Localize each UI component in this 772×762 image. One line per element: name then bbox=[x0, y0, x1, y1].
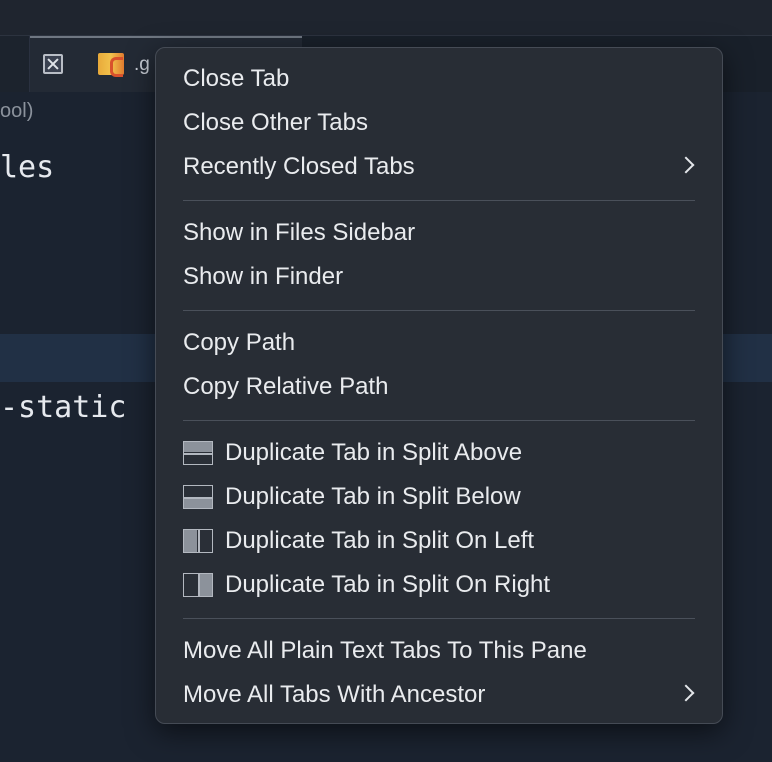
menu-item-label: Recently Closed Tabs bbox=[183, 153, 415, 180]
menu-item-label: Duplicate Tab in Split On Left bbox=[225, 527, 535, 554]
menu-item-duplicate-split-above[interactable]: Duplicate Tab in Split Above bbox=[183, 433, 696, 473]
menu-item-label: Close Tab bbox=[183, 65, 290, 92]
tab-title: .g bbox=[134, 54, 150, 75]
menu-item-move-tabs-with-ancestor[interactable]: Move All Tabs With Ancestor bbox=[183, 675, 696, 715]
split-left-icon bbox=[183, 529, 213, 553]
file-type-icon bbox=[98, 53, 124, 77]
menu-item-recently-closed-tabs[interactable]: Recently Closed Tabs bbox=[183, 147, 696, 187]
menu-item-duplicate-split-left[interactable]: Duplicate Tab in Split On Left bbox=[183, 521, 696, 561]
close-icon[interactable] bbox=[43, 54, 63, 74]
code-line: -static bbox=[0, 390, 127, 425]
split-below-icon bbox=[183, 485, 213, 509]
breadcrumb: ool) bbox=[0, 100, 34, 122]
menu-item-label: Show in Finder bbox=[183, 263, 344, 290]
menu-item-label: Duplicate Tab in Split Above bbox=[225, 439, 523, 466]
tab-previous[interactable] bbox=[0, 36, 30, 92]
menu-item-label: Move All Plain Text Tabs To This Pane bbox=[183, 637, 587, 664]
menu-item-copy-relative-path[interactable]: Copy Relative Path bbox=[183, 367, 696, 407]
menu-item-label: Show in Files Sidebar bbox=[183, 219, 416, 246]
menu-item-label: Duplicate Tab in Split On Right bbox=[225, 571, 551, 598]
menu-item-label: Copy Relative Path bbox=[183, 373, 389, 400]
chevron-right-icon bbox=[677, 684, 695, 702]
menu-item-duplicate-split-below[interactable]: Duplicate Tab in Split Below bbox=[183, 477, 696, 517]
menu-item-copy-path[interactable]: Copy Path bbox=[183, 323, 696, 363]
menu-item-label: Duplicate Tab in Split Below bbox=[225, 483, 521, 510]
chevron-right-icon bbox=[677, 156, 695, 174]
menu-item-show-in-finder[interactable]: Show in Finder bbox=[183, 257, 696, 297]
tab-context-menu: Close Tab Close Other Tabs Recently Clos… bbox=[155, 47, 723, 724]
window-titlebar bbox=[0, 0, 772, 36]
menu-item-label: Move All Tabs With Ancestor bbox=[183, 681, 486, 708]
menu-item-label: Close Other Tabs bbox=[183, 109, 368, 136]
split-right-icon bbox=[183, 573, 213, 597]
menu-item-duplicate-split-right[interactable]: Duplicate Tab in Split On Right bbox=[183, 565, 696, 605]
menu-separator bbox=[183, 420, 695, 421]
menu-separator bbox=[183, 200, 695, 201]
menu-separator bbox=[183, 310, 695, 311]
menu-item-label: Copy Path bbox=[183, 329, 296, 356]
menu-item-show-in-files-sidebar[interactable]: Show in Files Sidebar bbox=[183, 213, 696, 253]
split-above-icon bbox=[183, 441, 213, 465]
menu-item-close-other-tabs[interactable]: Close Other Tabs bbox=[183, 103, 696, 143]
menu-separator bbox=[183, 618, 695, 619]
code-line: les bbox=[0, 150, 55, 185]
menu-item-move-plain-text-tabs[interactable]: Move All Plain Text Tabs To This Pane bbox=[183, 631, 696, 671]
menu-item-close-tab[interactable]: Close Tab bbox=[183, 59, 696, 99]
